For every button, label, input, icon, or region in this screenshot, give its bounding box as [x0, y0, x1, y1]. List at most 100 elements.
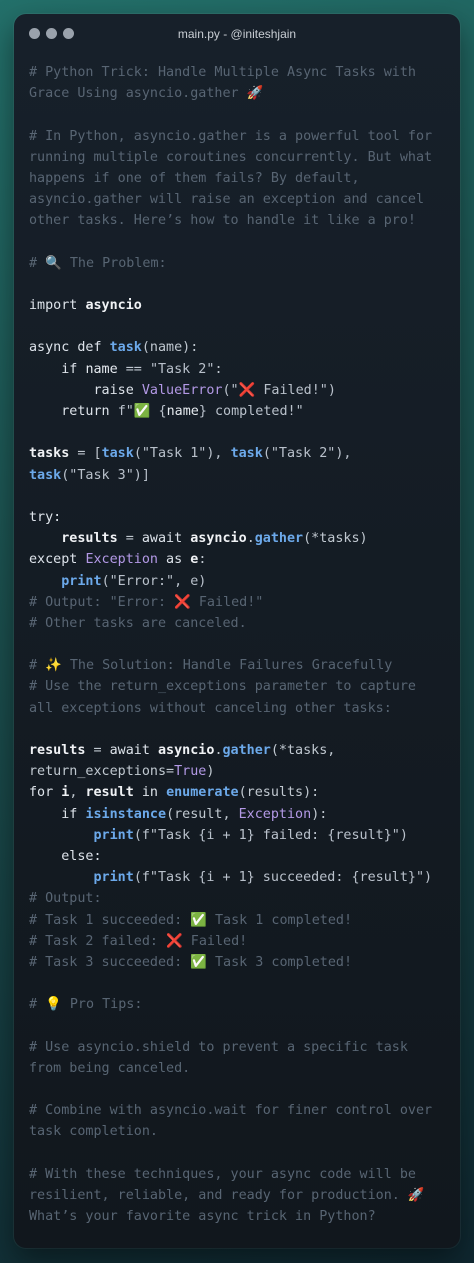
code-token: # Task 3 succeeded: ✅ Task 3 completed!	[29, 954, 353, 970]
code-token: Grace Using asyncio.gather 🚀	[29, 86, 264, 102]
code-line: for i, result in enumerate(results):	[29, 782, 452, 803]
code-token: import	[29, 298, 86, 314]
code-token: (result,	[166, 806, 239, 822]
code-token: asyncio	[85, 298, 142, 314]
code-line: What’s your favorite async trick in Pyth…	[29, 1206, 452, 1227]
code-token: async def	[29, 340, 110, 356]
code-token: # Combine with asyncio.wait for finer co…	[29, 1103, 433, 1119]
code-token: )	[206, 764, 215, 780]
code-token: # 💡 Pro Tips:	[29, 997, 143, 1013]
code-line: try:	[29, 507, 452, 528]
window-title: main.py - @initeshjain	[177, 27, 297, 41]
code-line: if name == "Task 2":	[29, 359, 452, 380]
code-token: :	[198, 552, 207, 568]
code-token: # ✨ The Solution: Handle Failures Gracef…	[29, 658, 393, 674]
editor-window: main.py - @initeshjain # Python Trick: H…	[14, 14, 460, 1248]
code-token: } completed!"	[198, 404, 304, 419]
code-token: gather	[254, 531, 304, 547]
code-token: in	[133, 785, 167, 801]
code-line: return_exceptions=True)	[29, 761, 452, 782]
code-line: # Output: "Error: ❌ Failed!"	[29, 592, 452, 613]
code-token: (name):	[141, 340, 199, 356]
code-token: # In Python, asyncio.gather is a powerfu…	[29, 128, 433, 144]
code-token: else:	[29, 848, 102, 864]
code-line: Grace Using asyncio.gather 🚀	[29, 83, 452, 104]
code-token: =	[85, 743, 110, 758]
code-token: try:	[29, 509, 62, 525]
code-token: ("Task 3")]	[61, 467, 150, 483]
code-line: async def task(name):	[29, 337, 452, 358]
code-line: tasks = [task("Task 1"), task("Task 2"),	[29, 443, 452, 464]
code-token: # Task 1 succeeded: ✅ Task 1 completed!	[29, 912, 353, 928]
code-token: ,	[69, 785, 86, 801]
code-line: asyncio.gather will raise an exception a…	[29, 189, 452, 210]
code-token: await	[141, 531, 191, 547]
code-token: for	[29, 785, 62, 801]
code-token: tasks	[29, 446, 70, 462]
code-token: (f"Task {i + 1} succeeded: {result}")	[133, 870, 433, 886]
code-line: print(f"Task {i + 1} succeeded: {result}…	[29, 867, 452, 888]
code-line: # Combine with asyncio.wait for finer co…	[29, 1100, 452, 1121]
code-token: except	[29, 552, 86, 568]
code-token: name	[166, 404, 199, 419]
code-token: happens if one of them fails? By default…	[29, 170, 360, 186]
code-token: task	[101, 446, 134, 462]
code-token: running multiple coroutines concurrently…	[29, 149, 433, 165]
code-token: if	[29, 361, 86, 377]
code-token: (*tasks)	[303, 531, 368, 547]
code-token: name	[85, 361, 118, 377]
code-token: Exception	[238, 806, 312, 822]
code-line: task("Task 3")]	[29, 465, 452, 486]
code-token: :	[214, 361, 223, 377]
code-token: task	[230, 446, 263, 462]
code-line: results = await asyncio.gather(*tasks)	[29, 528, 452, 549]
code-token: # Python Trick: Handle Multiple Async Ta…	[29, 65, 416, 80]
code-token: ==	[117, 361, 150, 377]
code-line: # Output:	[29, 888, 452, 909]
code-token: What’s your favorite async trick in Pyth…	[29, 1209, 376, 1225]
code-token: asyncio	[158, 743, 215, 758]
code-token: (*tasks,	[270, 743, 336, 758]
code-line: if isinstance(result, Exception):	[29, 804, 452, 825]
code-line: running multiple coroutines concurrently…	[29, 147, 452, 168]
code-token: gather	[222, 743, 271, 758]
code-token: # Task 2 failed: ❌ Failed!	[29, 933, 248, 949]
code-line: # Task 3 succeeded: ✅ Task 3 completed!	[29, 952, 452, 973]
code-line: results = await asyncio.gather(*tasks,	[29, 740, 452, 761]
code-token: task	[109, 340, 142, 356]
code-token: result	[85, 785, 134, 801]
code-line: except Exception as e:	[29, 549, 452, 570]
code-token: asyncio	[190, 531, 247, 547]
code-token: task completion.	[29, 1124, 158, 1140]
code-line: return f"✅ {name} completed!"	[29, 401, 452, 422]
code-line: # 💡 Pro Tips:	[29, 994, 452, 1015]
code-token: enumerate	[166, 785, 239, 801]
code-line: # Use the return_exceptions parameter to…	[29, 676, 452, 697]
code-editor[interactable]: # Python Trick: Handle Multiple Async Ta…	[29, 62, 452, 1227]
code-token: from being canceled.	[29, 1060, 191, 1076]
code-token: print	[93, 870, 134, 886]
code-line: print("Error:", e)	[29, 571, 452, 592]
code-line: # Use asyncio.shield to prevent a specif…	[29, 1037, 452, 1058]
code-token: = [	[69, 446, 102, 462]
code-token: print	[93, 827, 134, 843]
code-token: .	[246, 531, 255, 547]
code-line: # 🔍 The Problem:	[29, 253, 452, 274]
code-line: raise ValueError("❌ Failed!")	[29, 380, 452, 401]
code-token: all exceptions without canceling other t…	[29, 700, 392, 716]
code-token: return_exceptions=	[29, 764, 175, 780]
code-line: import asyncio	[29, 295, 452, 316]
code-line: # ✨ The Solution: Handle Failures Gracef…	[29, 655, 452, 676]
code-line: happens if one of them fails? By default…	[29, 168, 452, 189]
code-token: # With these techniques, your async code…	[29, 1166, 416, 1182]
code-token: print	[61, 573, 102, 589]
code-token: True	[174, 764, 207, 780]
